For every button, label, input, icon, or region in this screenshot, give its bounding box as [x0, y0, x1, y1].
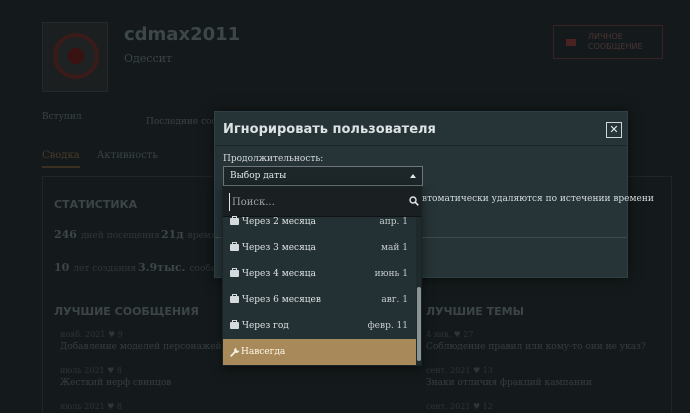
list-item[interactable]: июль 2021 ♥ 8 Жесткий нерф свинцов — [60, 366, 171, 388]
option-label: Через 3 месяца — [242, 243, 316, 253]
option-date: апр. 1 — [379, 217, 408, 227]
post-meta: июль 2021 ♥ 8 — [60, 366, 122, 375]
close-button[interactable]: ✕ — [606, 122, 622, 138]
pm-button-label-2: СООБЩЕНИЕ — [588, 42, 643, 51]
list-item[interactable]: сент. 2021 ♥ 13 Знаки отличия фракций кам… — [426, 366, 592, 388]
stat-item: 246 дней посещения — [54, 228, 160, 241]
wrench-icon — [230, 347, 240, 357]
briefcase-icon — [230, 294, 239, 303]
list-item[interactable]: сент. 2021 ♥ 12 — [426, 402, 493, 413]
stat-item: 21д время — [161, 228, 216, 241]
topic-meta: сент. 2021 ♥ 13 — [426, 366, 493, 375]
private-message-button[interactable]: ЛИЧНОЕ СООБЩЕНИЕ — [553, 25, 663, 59]
expiry-note: втоматически удаляются по истечении врем… — [422, 194, 654, 204]
duration-label: Продолжительность: — [223, 154, 324, 164]
stat-label: дней посещения — [80, 231, 160, 241]
post-text: Добавление моделей персонажей и фо — [60, 342, 246, 352]
stats-title: СТАТИСТИКА — [54, 198, 138, 211]
envelope-icon — [566, 39, 576, 46]
duration-selected-value: Выбор даты — [230, 171, 287, 181]
dropdown-option[interactable]: Через 3 месяца май 1 — [223, 235, 416, 261]
pm-button-label-1: ЛИЧНОЕ — [588, 32, 623, 41]
best-posts-title: ЛУЧШИЕ СООБЩЕНИЯ — [54, 305, 199, 318]
briefcase-icon — [230, 320, 239, 329]
option-date: май 1 — [381, 243, 408, 253]
option-label: Через 4 месяца — [242, 269, 316, 279]
topic-meta: 4 янв. ♥ 27 — [426, 330, 474, 339]
stat-value: 3.9тыс. — [138, 261, 186, 274]
dropdown-scrollbar[interactable] — [416, 217, 421, 365]
profile-rank: Одессит — [124, 52, 173, 65]
option-label: Через 2 месяца — [242, 217, 316, 227]
option-label: Навсегда — [241, 347, 286, 357]
topic-meta: сент. 2021 ♥ 12 — [426, 402, 493, 411]
list-item[interactable]: 4 янв. ♥ 27 Соблюдение правил или кому-то… — [426, 330, 646, 352]
option-date: февр. 11 — [367, 321, 408, 331]
briefcase-icon — [230, 216, 239, 225]
dropdown-option[interactable]: Через год февр. 11 — [223, 313, 416, 339]
briefcase-icon — [230, 242, 239, 251]
avatar — [42, 22, 108, 92]
stat-item: 3.9тыс. сообщ — [138, 261, 219, 274]
duration-dropdown: Через 2 месяца апр. 1 Через 3 месяца май… — [222, 186, 422, 366]
profile-tabs: Сводка Активность — [42, 150, 172, 168]
option-date: авг. 1 — [381, 295, 408, 305]
dialog-title: Игнорировать пользователя — [223, 122, 436, 137]
stat-value: 246 — [54, 228, 77, 241]
option-label: Через 6 месяцев — [242, 295, 321, 305]
joined-label: Вступил — [42, 112, 82, 122]
post-meta: июль 2021 ♥ 8 — [60, 402, 122, 411]
tab-summary[interactable]: Сводка — [42, 150, 80, 168]
stat-value: 10 — [54, 261, 70, 274]
topic-text: Знаки отличия фракций кампании — [426, 378, 592, 388]
best-topics-title: ЛУЧШИЕ ТЕМЫ — [426, 305, 525, 318]
profile-username: cdmax2011 — [124, 24, 241, 45]
caret-up-icon — [410, 174, 416, 178]
briefcase-icon — [230, 268, 239, 277]
dropdown-option-highlighted[interactable]: Навсегда — [223, 339, 416, 365]
duration-select[interactable]: Выбор даты — [223, 166, 423, 186]
post-text: Жесткий нерф свинцов — [60, 378, 172, 388]
dropdown-option[interactable]: Через 6 месяцев авг. 1 — [223, 287, 416, 313]
avatar-emblem — [53, 33, 99, 79]
dialog-divider — [215, 145, 627, 146]
tab-activity[interactable]: Активность — [97, 150, 158, 161]
stat-label: время — [187, 231, 217, 241]
dropdown-option[interactable]: Через 2 месяца апр. 1 — [223, 209, 416, 235]
stat-item: 10 лет создания — [54, 261, 136, 274]
scrollbar-thumb[interactable] — [417, 287, 421, 361]
list-item[interactable]: июль 2021 ♥ 8 — [60, 402, 122, 413]
list-item[interactable]: нояб. 2021 ♥ 9 Добавление моделей персона… — [60, 330, 246, 352]
post-meta: нояб. 2021 ♥ 9 — [60, 330, 123, 339]
stat-label: лет создания — [73, 264, 137, 274]
stat-value: 21д — [161, 228, 184, 241]
option-label: Через год — [242, 321, 289, 331]
search-icon — [409, 196, 419, 206]
dropdown-option[interactable]: Через 4 месяца июнь 1 — [223, 261, 416, 287]
option-date: июнь 1 — [374, 269, 408, 279]
topic-text: Соблюдение правил или кому-то они не ука… — [426, 342, 646, 352]
